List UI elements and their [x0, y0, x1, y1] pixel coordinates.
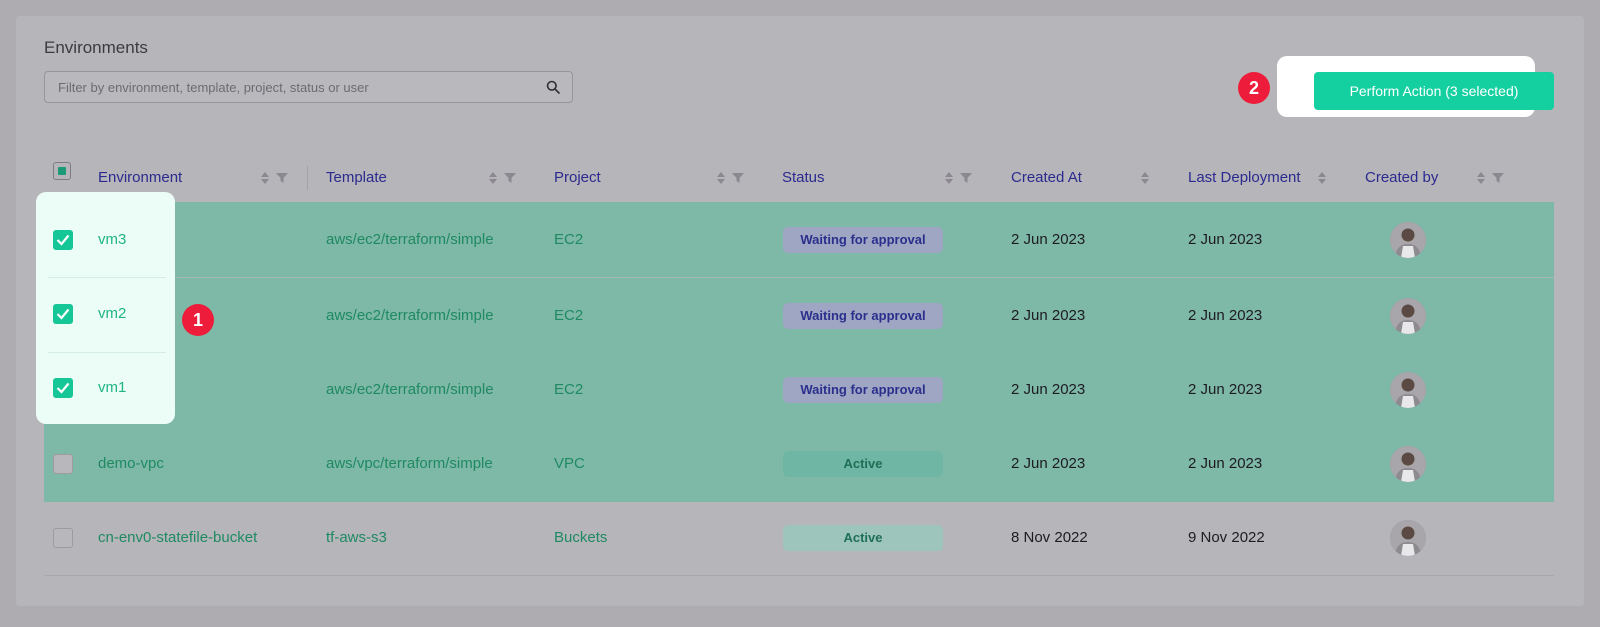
sort-icon[interactable] — [488, 171, 498, 185]
col-project[interactable]: Project — [554, 154, 601, 202]
avatar[interactable] — [1390, 298, 1426, 334]
filter-icon[interactable] — [504, 172, 516, 184]
project-link[interactable]: EC2 — [554, 352, 583, 428]
status-badge: Active — [783, 451, 943, 477]
col-status[interactable]: Status — [782, 154, 825, 202]
col-template[interactable]: Template — [326, 154, 387, 202]
created-at: 2 Jun 2023 — [1011, 455, 1086, 472]
created-at: 2 Jun 2023 — [1011, 231, 1086, 248]
environment-link[interactable]: demo-vpc — [98, 426, 164, 502]
sort-icon[interactable] — [1476, 171, 1486, 185]
row-checkbox[interactable] — [53, 528, 73, 548]
avatar[interactable] — [1390, 520, 1426, 556]
sort-icon[interactable] — [1140, 171, 1150, 185]
sort-icon[interactable] — [1317, 171, 1327, 185]
last-deployment: 2 Jun 2023 — [1188, 455, 1263, 472]
template-link[interactable]: aws/ec2/terraform/simple — [326, 352, 494, 428]
filter-icon[interactable] — [960, 172, 972, 184]
last-deployment: 2 Jun 2023 — [1188, 381, 1263, 398]
last-deployment: 2 Jun 2023 — [1188, 307, 1263, 324]
status-badge: Waiting for approval — [783, 303, 943, 329]
sort-icon[interactable] — [260, 171, 270, 185]
perform-action-button[interactable]: Perform Action (3 selected) — [1314, 72, 1554, 110]
checkmark-icon — [56, 234, 70, 246]
row-checkbox[interactable] — [53, 378, 73, 398]
table-row[interactable]: aws/ec2/terraform/simple EC2 Waiting for… — [44, 278, 1554, 354]
avatar[interactable] — [1390, 222, 1426, 258]
filter-icon[interactable] — [1492, 172, 1504, 184]
col-created-at[interactable]: Created At — [1011, 154, 1082, 202]
status-badge: Active — [783, 525, 943, 551]
last-deployment: 2 Jun 2023 — [1188, 231, 1263, 248]
avatar[interactable] — [1390, 372, 1426, 408]
col-created-by[interactable]: Created by — [1365, 154, 1438, 202]
col-last-deployment[interactable]: Last Deployment — [1188, 154, 1301, 202]
table-row[interactable]: aws/ec2/terraform/simple EC2 Waiting for… — [44, 202, 1554, 278]
search-input[interactable] — [58, 72, 528, 102]
last-deployment: 9 Nov 2022 — [1188, 529, 1265, 546]
checkmark-icon — [56, 382, 70, 394]
table-header: Environment Template Project Status Crea… — [44, 154, 1554, 202]
table-row[interactable]: cn-env0-statefile-bucket tf-aws-s3 Bucke… — [44, 500, 1554, 576]
filter-icon[interactable] — [276, 172, 288, 184]
row-separator — [44, 575, 1554, 576]
search-box[interactable] — [44, 71, 573, 103]
template-link[interactable]: aws/vpc/terraform/simple — [326, 426, 493, 502]
table-row[interactable]: aws/ec2/terraform/simple EC2 Waiting for… — [44, 352, 1554, 428]
status-badge: Waiting for approval — [783, 377, 943, 403]
page-title: Environments — [44, 38, 148, 57]
table-row[interactable]: demo-vpc aws/vpc/terraform/simple VPC Ac… — [44, 426, 1554, 502]
created-at: 2 Jun 2023 — [1011, 381, 1086, 398]
indeterminate-icon — [58, 167, 66, 175]
sort-icon[interactable] — [944, 171, 954, 185]
row-checkbox[interactable] — [53, 230, 73, 250]
environment-link[interactable]: cn-env0-statefile-bucket — [98, 500, 257, 576]
checkmark-icon — [56, 308, 70, 320]
step-1-badge: 1 — [182, 304, 214, 336]
avatar[interactable] — [1390, 446, 1426, 482]
select-all-checkbox[interactable] — [53, 162, 71, 180]
created-at: 8 Nov 2022 — [1011, 529, 1088, 546]
step-2-badge: 2 — [1238, 72, 1270, 104]
environment-link[interactable]: vm3 — [98, 202, 126, 278]
project-link[interactable]: Buckets — [554, 500, 607, 576]
column-divider — [307, 166, 308, 190]
template-link[interactable]: tf-aws-s3 — [326, 500, 387, 576]
template-link[interactable]: aws/ec2/terraform/simple — [326, 202, 494, 278]
project-link[interactable]: EC2 — [554, 278, 583, 354]
row-checkbox[interactable] — [53, 304, 73, 324]
status-badge: Waiting for approval — [783, 227, 943, 253]
project-link[interactable]: VPC — [554, 426, 585, 502]
search-icon[interactable] — [546, 80, 560, 94]
environment-link[interactable]: vm1 — [98, 350, 126, 426]
filter-icon[interactable] — [732, 172, 744, 184]
sort-icon[interactable] — [716, 171, 726, 185]
environment-link[interactable]: vm2 — [98, 276, 126, 352]
project-link[interactable]: EC2 — [554, 202, 583, 278]
row-checkbox[interactable] — [53, 454, 73, 474]
created-at: 2 Jun 2023 — [1011, 307, 1086, 324]
template-link[interactable]: aws/ec2/terraform/simple — [326, 278, 494, 354]
